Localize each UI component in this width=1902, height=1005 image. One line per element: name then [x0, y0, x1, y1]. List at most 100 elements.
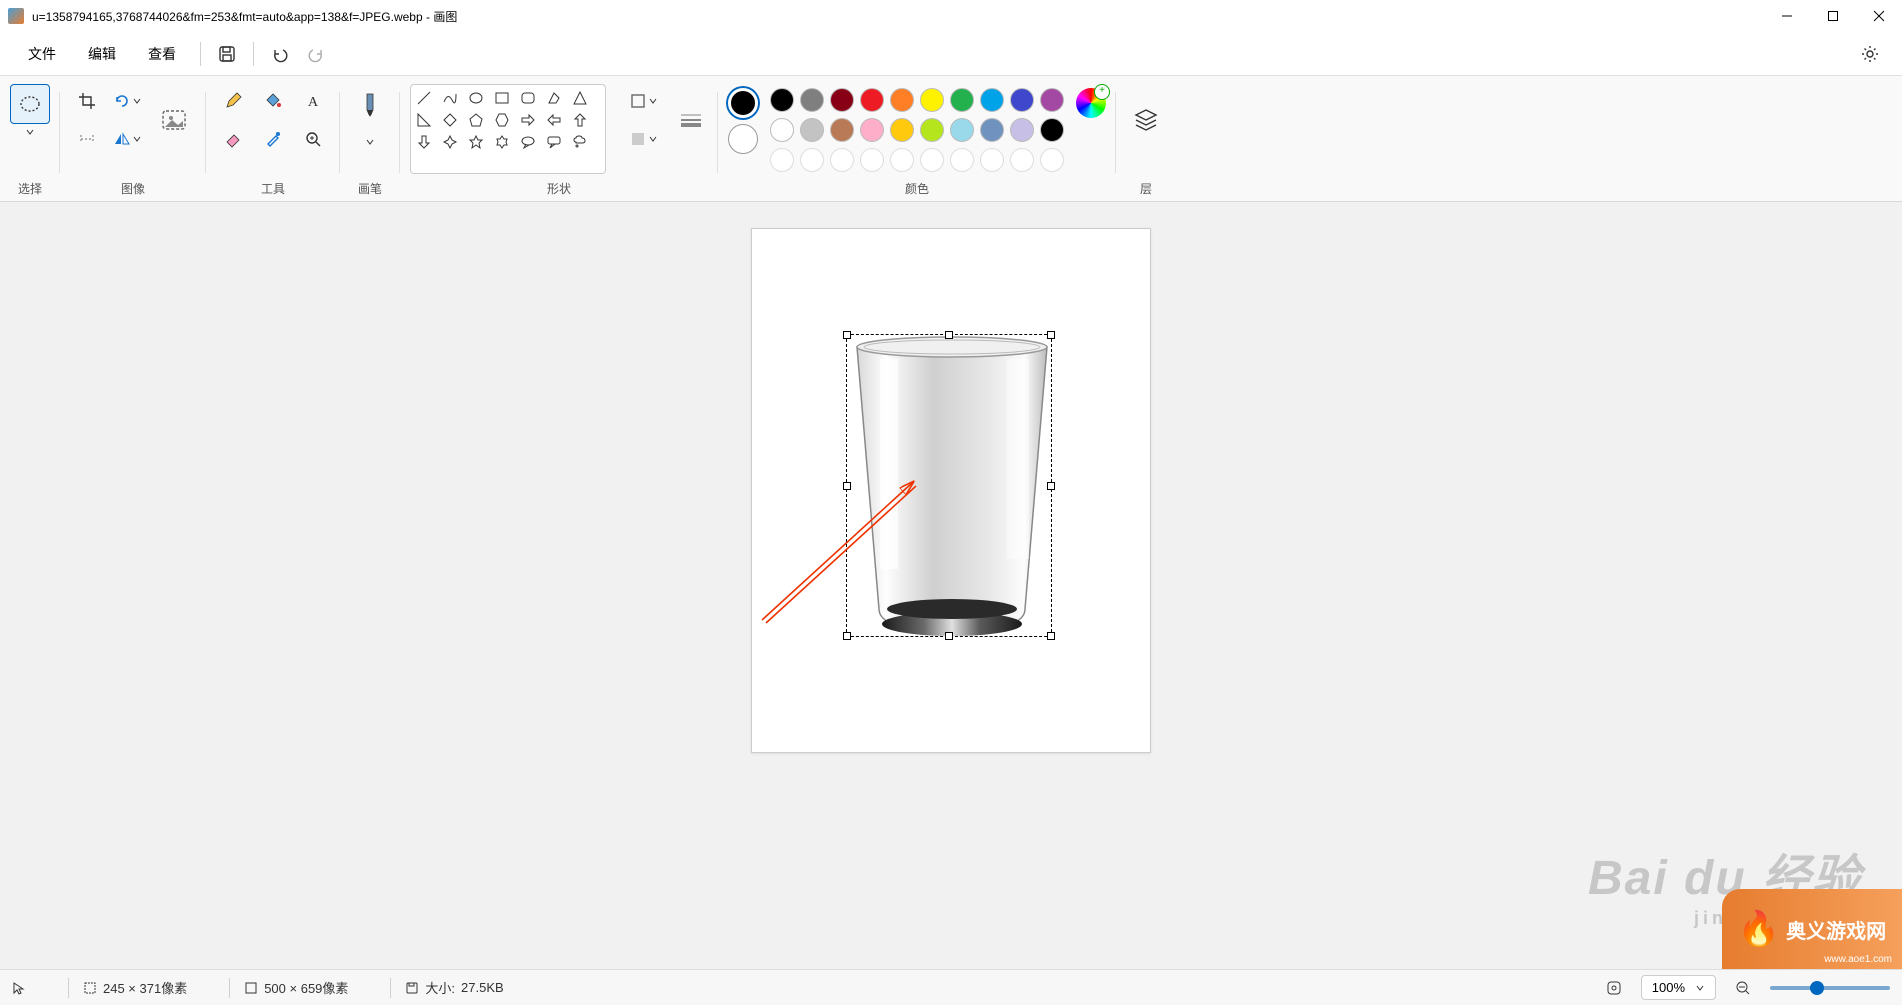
color-swatch-empty[interactable]	[1010, 148, 1034, 172]
color-swatch[interactable]	[890, 118, 914, 142]
shape-rounded-rect-icon[interactable]	[517, 87, 539, 109]
undo-button[interactable]	[262, 36, 298, 72]
pencil-tool[interactable]	[216, 84, 250, 118]
color-swatch[interactable]	[830, 88, 854, 112]
shape-callout-rect-icon[interactable]	[543, 131, 565, 153]
selection-handle[interactable]	[843, 482, 851, 490]
shape-rectangle-icon[interactable]	[491, 87, 513, 109]
shape-arrow-down-icon[interactable]	[413, 131, 435, 153]
color-swatch[interactable]	[770, 88, 794, 112]
brush-dropdown[interactable]	[350, 134, 390, 150]
zoom-dropdown[interactable]: 100%	[1641, 975, 1716, 1000]
color-swatch[interactable]	[1040, 118, 1064, 142]
text-tool[interactable]: A	[296, 84, 330, 118]
maximize-button[interactable]	[1810, 0, 1856, 32]
shape-right-triangle-icon[interactable]	[413, 109, 435, 131]
stroke-width-dropdown[interactable]	[674, 84, 708, 156]
select-tool[interactable]	[10, 84, 50, 124]
shape-callout-cloud-icon[interactable]	[569, 131, 591, 153]
shape-star5-icon[interactable]	[465, 131, 487, 153]
menu-file[interactable]: 文件	[12, 38, 72, 70]
color-swatch[interactable]	[770, 118, 794, 142]
selection-handle[interactable]	[843, 331, 851, 339]
save-button[interactable]	[209, 36, 245, 72]
color-swatch[interactable]	[950, 88, 974, 112]
primary-color[interactable]	[728, 88, 758, 118]
shape-star4-icon[interactable]	[439, 131, 461, 153]
canvas-area[interactable]: Bai du 经验 jingyan.baidu 🔥 奥义游戏网 www.aoe1…	[0, 202, 1902, 969]
select-dropdown[interactable]	[10, 124, 50, 140]
magnifier-tool[interactable]	[296, 122, 330, 156]
color-swatch[interactable]	[890, 88, 914, 112]
settings-button[interactable]	[1852, 36, 1888, 72]
color-swatch-empty[interactable]	[920, 148, 944, 172]
menu-edit[interactable]: 编辑	[72, 38, 132, 70]
shape-star6-icon[interactable]	[491, 131, 513, 153]
shape-polygon-icon[interactable]	[543, 87, 565, 109]
color-swatch-empty[interactable]	[980, 148, 1004, 172]
shape-outline-dropdown[interactable]	[626, 84, 660, 118]
remove-background-tool[interactable]	[152, 84, 196, 156]
color-swatch[interactable]	[800, 118, 824, 142]
shape-hexagon-icon[interactable]	[491, 109, 513, 131]
zoom-slider[interactable]	[1770, 986, 1890, 990]
color-swatch[interactable]	[920, 88, 944, 112]
selection-handle[interactable]	[945, 331, 953, 339]
close-button[interactable]	[1856, 0, 1902, 32]
selection-handle[interactable]	[843, 632, 851, 640]
color-swatch-empty[interactable]	[770, 148, 794, 172]
crop-tool[interactable]	[70, 84, 104, 118]
redo-button[interactable]	[298, 36, 334, 72]
brush-tool[interactable]	[353, 84, 387, 134]
color-swatch[interactable]	[1010, 88, 1034, 112]
shape-arrow-up-icon[interactable]	[569, 109, 591, 131]
shape-curve-icon[interactable]	[439, 87, 461, 109]
zoom-slider-thumb[interactable]	[1810, 981, 1824, 995]
edit-colors-button[interactable]	[1076, 88, 1106, 118]
color-swatch[interactable]	[830, 118, 854, 142]
resize-tool[interactable]	[70, 122, 104, 156]
shape-callout-round-icon[interactable]	[517, 131, 539, 153]
selection-handle[interactable]	[1047, 331, 1055, 339]
color-picker-tool[interactable]	[256, 122, 290, 156]
selection-handle[interactable]	[1047, 482, 1055, 490]
menu-view[interactable]: 查看	[132, 38, 192, 70]
canvas[interactable]	[751, 228, 1151, 753]
color-swatch[interactable]	[950, 118, 974, 142]
color-swatch-empty[interactable]	[890, 148, 914, 172]
shape-arrow-right-icon[interactable]	[517, 109, 539, 131]
layers-button[interactable]	[1126, 84, 1166, 156]
fill-tool[interactable]	[256, 84, 290, 118]
color-swatch[interactable]	[860, 88, 884, 112]
selection-handle[interactable]	[1047, 632, 1055, 640]
color-swatch[interactable]	[920, 118, 944, 142]
zoom-out-button[interactable]	[1726, 971, 1760, 1005]
color-swatch[interactable]	[980, 118, 1004, 142]
shape-line-icon[interactable]	[413, 87, 435, 109]
shape-triangle-icon[interactable]	[569, 87, 591, 109]
selection-handle[interactable]	[945, 632, 953, 640]
shape-fill-dropdown[interactable]	[626, 122, 660, 156]
shape-arrow-left-icon[interactable]	[543, 109, 565, 131]
color-swatch[interactable]	[980, 88, 1004, 112]
secondary-color[interactable]	[728, 124, 758, 154]
shape-pentagon-icon[interactable]	[465, 109, 487, 131]
eraser-tool[interactable]	[216, 122, 250, 156]
selection-marquee[interactable]	[846, 334, 1052, 637]
color-swatch-empty[interactable]	[830, 148, 854, 172]
color-swatch[interactable]	[860, 118, 884, 142]
shape-diamond-icon[interactable]	[439, 109, 461, 131]
color-swatch-empty[interactable]	[1040, 148, 1064, 172]
flip-tool[interactable]	[110, 122, 144, 156]
color-swatch[interactable]	[1040, 88, 1064, 112]
color-swatch-empty[interactable]	[860, 148, 884, 172]
color-swatch[interactable]	[800, 88, 824, 112]
color-swatch[interactable]	[1010, 118, 1034, 142]
minimize-button[interactable]	[1764, 0, 1810, 32]
color-swatch-empty[interactable]	[950, 148, 974, 172]
rotate-tool[interactable]	[110, 84, 144, 118]
shape-oval-icon[interactable]	[465, 87, 487, 109]
color-swatch-empty[interactable]	[800, 148, 824, 172]
fit-screen-button[interactable]	[1597, 971, 1631, 1005]
shapes-panel[interactable]	[410, 84, 606, 174]
